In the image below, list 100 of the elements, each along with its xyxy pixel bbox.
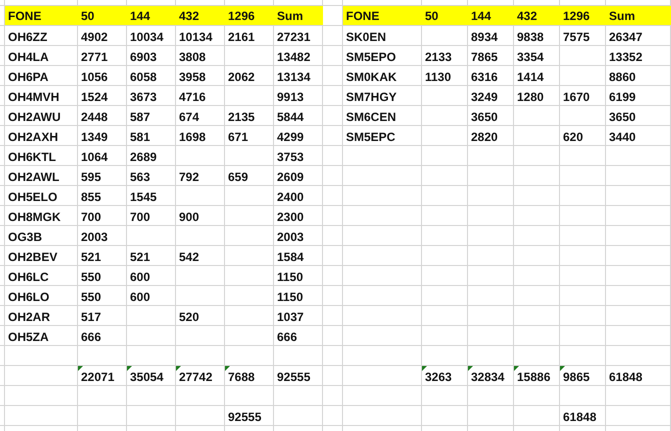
table-cell: 2133 [425,50,452,64]
table-cell: 659 [228,170,248,184]
table-cell: OH6KTL [8,150,56,164]
table-cell: 900 [179,210,200,224]
column-header: Sum [274,6,323,25]
table-cell: 3650 [471,110,498,124]
table-cell: 1037 [277,310,304,324]
table-cell: 13482 [277,50,310,64]
table-cell: 6903 [130,50,157,64]
table-cell: OH5ELO [8,190,58,204]
table-cell: OH6LO [8,290,50,304]
column-header: 432 [176,6,225,25]
table-cell: 13134 [277,70,310,84]
table-cell: OH2AXH [8,130,58,144]
table-cell: 3673 [130,90,157,104]
table-cell: 517 [81,310,102,324]
table-cell: 600 [130,270,150,284]
table-cell: 27742 [179,370,212,384]
table-cell: 6199 [609,90,636,104]
table-cell: 2609 [277,170,304,184]
table-cell: 61848 [609,370,642,384]
column-header: 50 [78,6,127,25]
table-cell: 1414 [517,70,544,84]
table-cell: OH2AR [8,310,50,324]
table-cell: 8860 [609,70,636,84]
table-cell: SM5EPO [346,50,396,64]
table-cell: OH4MVH [8,90,60,104]
column-header: 432 [514,6,560,25]
table-cell: 1349 [81,130,108,144]
column-header: FONE [5,6,78,25]
table-cell: OH6LC [8,270,49,284]
table-cell: 13352 [609,50,642,64]
table-cell: OH2AWL [8,170,60,184]
table-cell: 10034 [130,30,164,44]
table-cell: OH2BEV [8,250,58,264]
table-cell: 3440 [609,130,636,144]
table-cell: 6316 [471,70,498,84]
table-cell: 2448 [81,110,108,124]
table-cell: 2003 [277,230,304,244]
table-cell: 2135 [228,110,255,124]
table-cell: 620 [563,130,584,144]
table-cell: 26347 [609,30,642,44]
table-cell: 9913 [277,90,304,104]
table-cell: OH5ZA [8,330,49,344]
column-header: 144 [127,6,176,25]
table-cell: 9865 [563,370,590,384]
table-cell: 1524 [81,90,108,104]
table-cell: 671 [228,130,248,144]
column-header: 1296 [225,6,274,25]
table-cell: 1584 [277,250,304,264]
column-header: Sum [606,6,671,25]
table-cell: 792 [179,170,200,184]
table-cell: 521 [81,250,102,264]
table-cell: 595 [81,170,102,184]
table-cell: 8934 [471,30,498,44]
table-cell: SM6CEN [346,110,396,124]
table-cell: 3753 [277,150,304,164]
column-header: FONE [343,6,422,25]
table-cell: 2400 [277,190,304,204]
table-cell: 2771 [81,50,108,64]
table-cell: 61848 [563,410,596,424]
table-cell: 32834 [471,370,504,384]
table-cell: SM5EPC [346,130,396,144]
table-cell: 10134 [179,30,212,44]
table-cell: 5844 [277,110,304,124]
table-cell: 700 [81,210,102,224]
table-cell: 3354 [517,50,544,64]
table-cell: 600 [130,290,150,304]
table-cell: 587 [130,110,150,124]
table-cell: 27231 [277,30,310,44]
table-cell: 1670 [563,90,590,104]
table-cell: 1698 [179,130,206,144]
table-cell: 1130 [425,70,452,84]
table-cell: SK0EN [346,30,386,44]
table-cell: 674 [179,110,200,124]
table-cell: 4902 [81,30,108,44]
table-cell: 563 [130,170,150,184]
table-cell: SM0KAK [346,70,397,84]
table-cell: 2820 [471,130,498,144]
table-cell: 2062 [228,70,255,84]
table-cell: 3263 [425,370,452,384]
table-cell: 700 [130,210,150,224]
table-cell: 2161 [228,30,255,44]
table-cell: 2689 [130,150,157,164]
table-cell: 2003 [81,230,108,244]
table-cell: 4716 [179,90,206,104]
table-cell: 1064 [81,150,108,164]
table-cell: 1280 [517,90,544,104]
table-cell: 3958 [179,70,206,84]
table-cell: OH4LA [8,50,49,64]
table-cell: 666 [277,330,298,344]
table-cell: 92555 [277,370,310,384]
table-cell: OG3B [8,230,42,244]
table-cell: 520 [179,310,200,324]
table-cell: 550 [81,290,102,304]
table-cell: 35054 [130,370,164,384]
column-header: 144 [468,6,514,25]
table-cell: 1150 [277,290,304,304]
table-cell: 9838 [517,30,544,44]
table-cell: 3650 [609,110,636,124]
